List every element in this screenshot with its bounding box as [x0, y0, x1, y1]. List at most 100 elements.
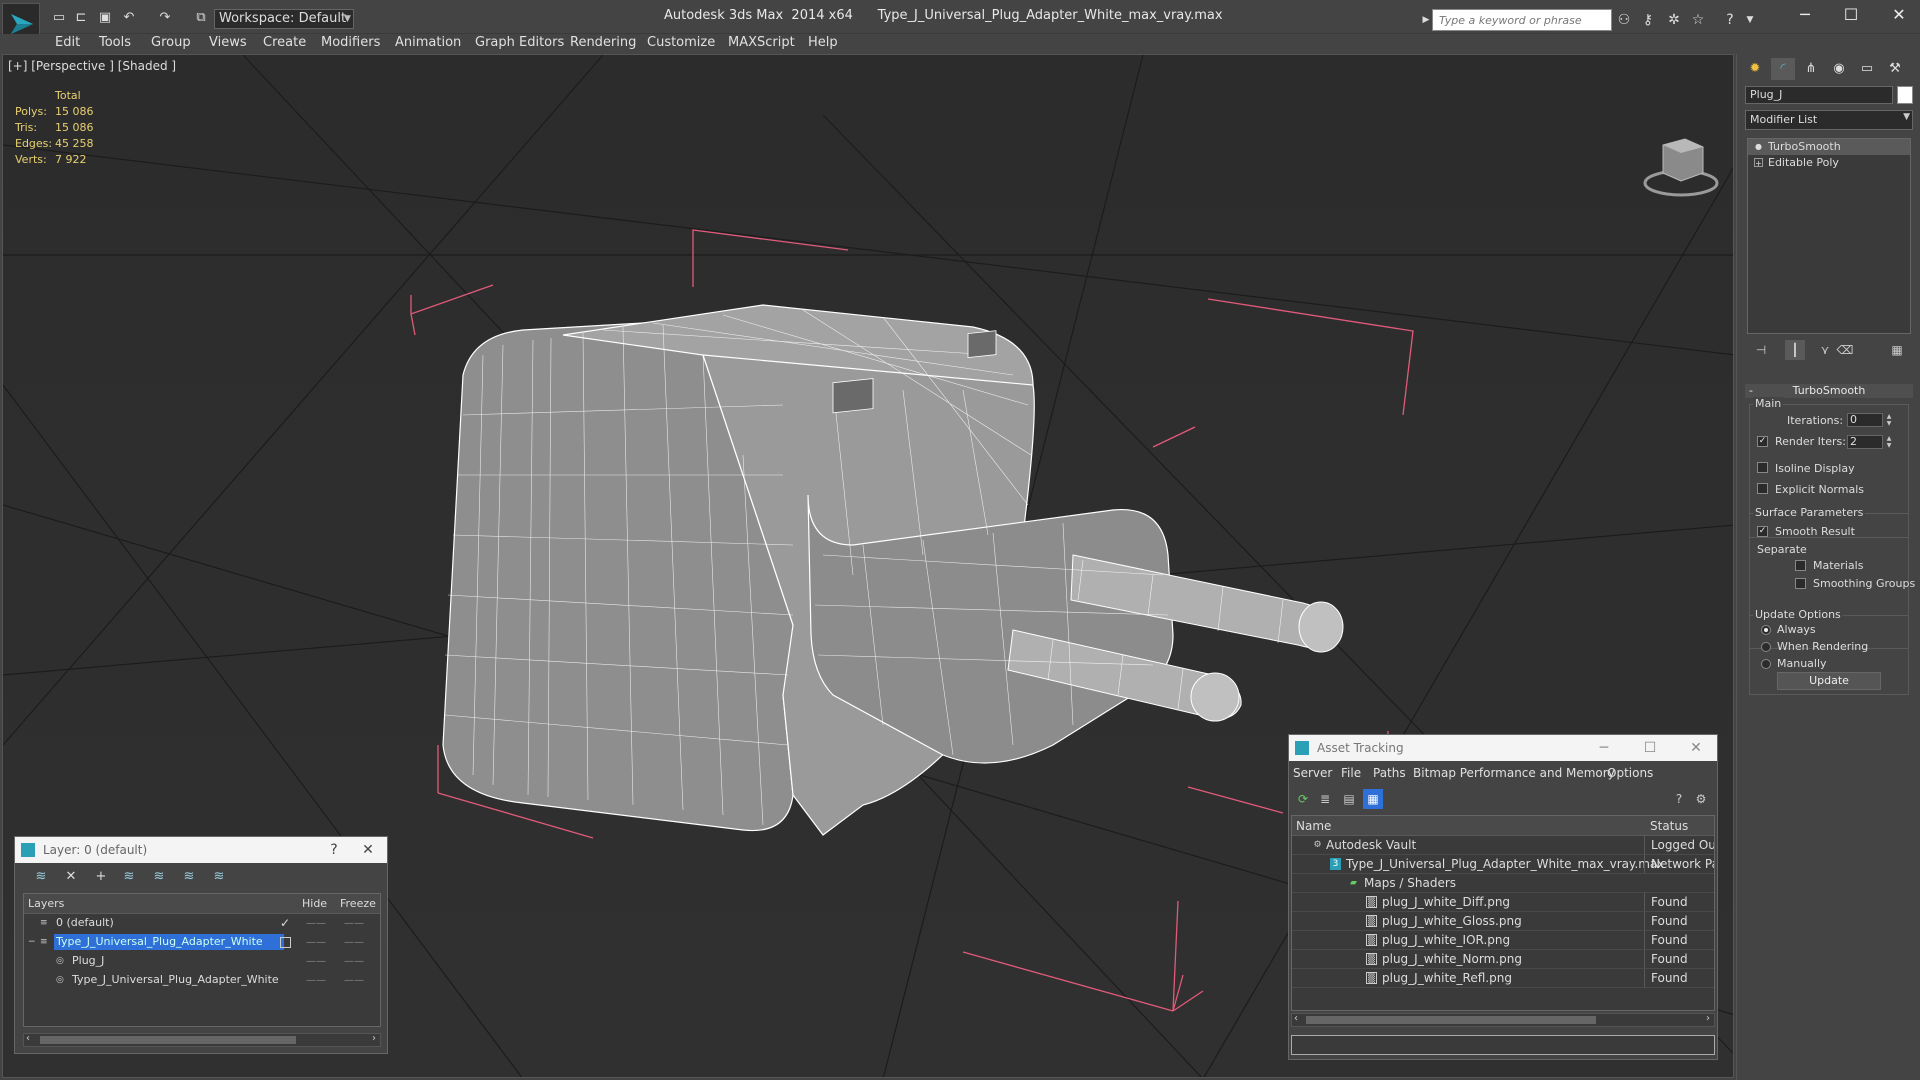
asset-menu-paths[interactable]: Paths: [1373, 763, 1406, 783]
menu-graph-editors[interactable]: Graph Editors: [475, 34, 564, 54]
menu-help[interactable]: Help: [808, 34, 838, 54]
workspace-dropdown-arrow-icon[interactable]: ▼: [344, 10, 360, 28]
layer-dialog-titlebar[interactable]: Layer: 0 (default) ? ✕: [15, 837, 387, 863]
bulb-icon[interactable]: ●: [1754, 142, 1763, 151]
show-end-result-icon[interactable]: ┃: [1785, 340, 1805, 360]
freeze-all-layers-icon[interactable]: ≋: [209, 867, 229, 887]
update-always-radio[interactable]: [1761, 625, 1771, 635]
viewport-label-menu[interactable]: [+] [Perspective ] [Shaded ]: [8, 59, 176, 73]
motion-icon[interactable]: ◉: [1827, 58, 1851, 80]
help-dropdown-arrow-icon[interactable]: ▼: [1740, 10, 1760, 30]
menu-group[interactable]: Group: [151, 34, 191, 54]
update-button[interactable]: Update: [1777, 672, 1881, 690]
menu-animation[interactable]: Animation: [395, 34, 461, 54]
render-iters-spinner[interactable]: 2: [1847, 435, 1883, 449]
stack-item-turbosmooth[interactable]: ● TurboSmooth: [1748, 139, 1910, 155]
update-when-rendering-radio[interactable]: [1761, 642, 1771, 652]
minimize-button[interactable]: ─: [1790, 3, 1820, 27]
list-view-icon[interactable]: ≣: [1315, 789, 1335, 809]
help-icon[interactable]: ?: [1720, 10, 1740, 30]
create-layer-icon[interactable]: ≋: [31, 867, 51, 887]
asset-menu-bitmap-performance[interactable]: Bitmap Performance and Memory: [1413, 763, 1615, 783]
layer-horizontal-scrollbar[interactable]: ‹ ›: [23, 1033, 381, 1047]
menu-customize[interactable]: Customize: [647, 34, 715, 54]
scroll-left-icon[interactable]: ‹: [26, 1033, 30, 1044]
update-manually-radio[interactable]: [1761, 659, 1771, 669]
hide-all-layers-icon[interactable]: ≋: [179, 867, 199, 887]
scrollbar-thumb[interactable]: [1306, 1016, 1596, 1024]
menu-tools[interactable]: Tools: [99, 34, 131, 54]
asset-row[interactable]: ▒ plug_J_white_Gloss.png Found: [1292, 912, 1714, 931]
asset-menu-file[interactable]: File: [1341, 763, 1361, 783]
open-file-icon[interactable]: ⊏: [72, 10, 90, 26]
expand-icon[interactable]: +: [1754, 158, 1763, 168]
asset-row[interactable]: ▒ plug_J_white_Diff.png Found: [1292, 893, 1714, 912]
asset-row[interactable]: ⚙ Autodesk Vault Logged Out: [1292, 836, 1714, 855]
asset-horizontal-scrollbar[interactable]: ‹ ›: [1291, 1013, 1715, 1027]
new-file-icon[interactable]: ▭: [50, 10, 68, 26]
asset-menu-options[interactable]: Options: [1607, 763, 1653, 783]
remove-modifier-icon[interactable]: ⌫: [1835, 340, 1855, 360]
smooth-result-checkbox[interactable]: ✓: [1757, 526, 1768, 537]
help-button[interactable]: ?: [321, 837, 347, 863]
iterations-spinner[interactable]: 0: [1847, 413, 1883, 427]
settings-icon[interactable]: ⚙: [1691, 789, 1711, 809]
materials-checkbox[interactable]: [1795, 560, 1806, 571]
spinner-arrows-icon[interactable]: ▲ ▼: [1885, 435, 1893, 449]
asset-row[interactable]: ▒ plug_J_white_IOR.png Found: [1292, 931, 1714, 950]
binoculars-icon[interactable]: ⚇: [1614, 10, 1634, 30]
object-name-field[interactable]: Plug_J: [1745, 86, 1893, 104]
smoothing-groups-checkbox[interactable]: [1795, 578, 1806, 589]
spinner-arrows-icon[interactable]: ▲ ▼: [1885, 413, 1893, 427]
utilities-icon[interactable]: ⚒: [1883, 58, 1907, 80]
menu-edit[interactable]: Edit: [55, 34, 80, 54]
freeze-toggle[interactable]: ——: [344, 914, 364, 933]
undo-icon[interactable]: ↶: [120, 10, 138, 26]
favorite-star-icon[interactable]: ☆: [1688, 10, 1708, 30]
scroll-right-icon[interactable]: ›: [372, 1033, 376, 1044]
hide-toggle[interactable]: ——: [306, 971, 326, 990]
hide-toggle[interactable]: ——: [306, 933, 326, 952]
save-icon[interactable]: ▣: [96, 10, 114, 26]
search-input[interactable]: Type a keyword or phrase: [1432, 9, 1612, 31]
highlight-layer-icon[interactable]: ≋: [149, 867, 169, 887]
star-burst-icon[interactable]: ✲: [1664, 10, 1684, 30]
asset-dialog-titlebar[interactable]: Asset Tracking ─ ☐ ✕: [1289, 735, 1717, 761]
display-icon[interactable]: ▭: [1855, 58, 1879, 80]
close-window-button[interactable]: ✕: [1884, 3, 1914, 27]
key-icon[interactable]: ⚷: [1638, 10, 1658, 30]
asset-row[interactable]: ▒ plug_J_white_Norm.png Found: [1292, 950, 1714, 969]
turbosmooth-rollout-title[interactable]: - TurboSmooth: [1745, 384, 1913, 398]
column-layers[interactable]: Layers: [28, 897, 64, 910]
select-objects-icon[interactable]: ≋: [119, 867, 139, 887]
collapse-icon[interactable]: −: [28, 937, 38, 947]
scroll-left-icon[interactable]: ‹: [1294, 1013, 1298, 1024]
help-icon[interactable]: ?: [1669, 789, 1689, 809]
menu-rendering[interactable]: Rendering: [570, 34, 636, 54]
layer-row[interactable]: ≡ 0 (default) ✓ —— ——: [24, 914, 380, 933]
make-unique-icon[interactable]: ⋎: [1815, 340, 1835, 360]
maximize-icon[interactable]: ☐: [1637, 735, 1663, 761]
close-icon[interactable]: ✕: [1683, 735, 1709, 761]
thumbnail-view-icon[interactable]: ▤: [1339, 789, 1359, 809]
column-name[interactable]: Name: [1296, 819, 1331, 833]
maximize-button[interactable]: ☐: [1836, 3, 1866, 27]
redo-icon[interactable]: ↷: [156, 10, 174, 26]
workspace-dropdown[interactable]: Workspace: Default: [214, 9, 354, 29]
configure-sets-icon[interactable]: ▦: [1887, 340, 1907, 360]
menu-maxscript[interactable]: MAXScript: [728, 34, 795, 54]
column-status[interactable]: Status: [1650, 819, 1688, 833]
layer-row[interactable]: ◎ Plug_J —— ——: [24, 952, 380, 971]
stack-item-editable-poly[interactable]: + Editable Poly: [1748, 155, 1910, 171]
asset-menu-server[interactable]: Server: [1293, 763, 1332, 783]
menu-create[interactable]: Create: [263, 34, 306, 54]
scrollbar-thumb[interactable]: [40, 1036, 296, 1044]
layer-row[interactable]: − ≡ Type_J_Universal_Plug_Adapter_White …: [24, 933, 380, 952]
menu-modifiers[interactable]: Modifiers: [321, 34, 380, 54]
modify-icon[interactable]: ◜: [1771, 58, 1795, 80]
refresh-icon[interactable]: ⟳: [1293, 789, 1313, 809]
menu-views[interactable]: Views: [209, 34, 247, 54]
project-folder-icon[interactable]: ⧉: [192, 10, 210, 26]
freeze-toggle[interactable]: ——: [344, 971, 364, 990]
asset-row[interactable]: ▒ plug_J_white_Refl.png Found: [1292, 969, 1714, 988]
